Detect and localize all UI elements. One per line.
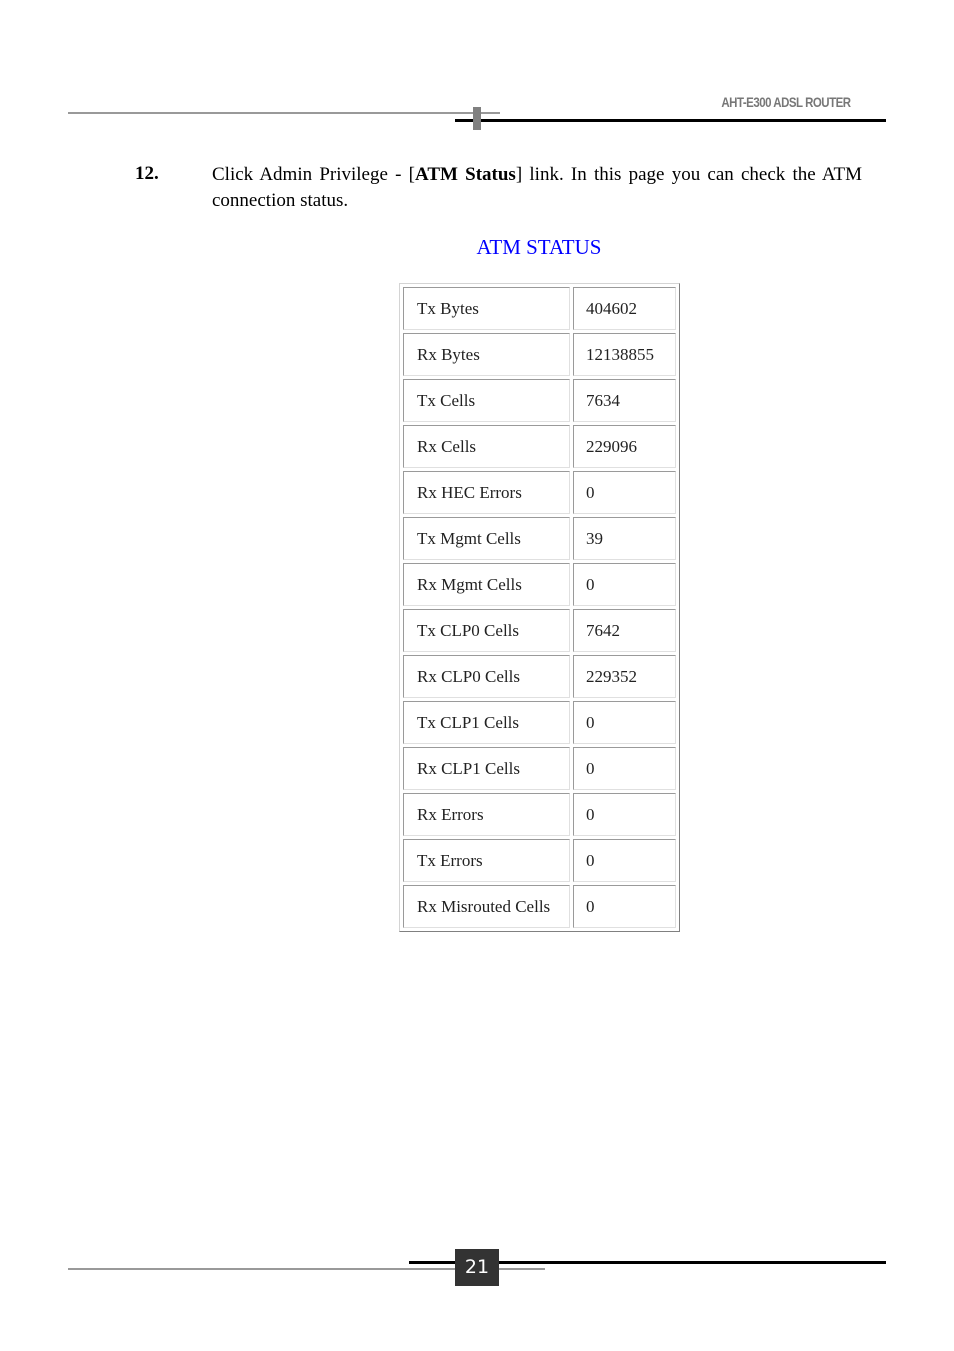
header-product-title: AHT-E300 ADSL ROUTER (721, 94, 852, 110)
atm-status-heading: ATM STATUS (476, 235, 602, 259)
row-value: 0 (573, 839, 676, 882)
row-value: 404602 (573, 287, 676, 330)
table-row: Rx Misrouted Cells 0 (403, 885, 676, 928)
row-value: 0 (573, 885, 676, 928)
page-number: 21 (455, 1249, 499, 1286)
row-value: 229352 (573, 655, 676, 698)
row-label: Rx Misrouted Cells (403, 885, 570, 928)
table-row: Tx Bytes 404602 (403, 287, 676, 330)
row-value: 0 (573, 701, 676, 744)
table-row: Rx CLP0 Cells 229352 (403, 655, 676, 698)
table-row: Rx Errors 0 (403, 793, 676, 836)
row-value: 7634 (573, 379, 676, 422)
step-number: 12. (135, 163, 159, 184)
row-label: Tx Errors (403, 839, 570, 882)
row-value: 12138855 (573, 333, 676, 376)
row-value: 0 (573, 793, 676, 836)
atm-status-table: Tx Bytes 404602 Rx Bytes 12138855 Tx Cells 76… (399, 283, 680, 932)
table-row: Rx CLP1 Cells 0 (403, 747, 676, 790)
table-row: Tx CLP1 Cells 0 (403, 701, 676, 744)
row-value: 39 (573, 517, 676, 560)
header-rule-black (455, 119, 886, 122)
table-row: Tx Errors 0 (403, 839, 676, 882)
row-label: Tx CLP0 Cells (403, 609, 570, 652)
row-label: Tx Bytes (403, 287, 570, 330)
row-value: 0 (573, 747, 676, 790)
table-row: Tx Mgmt Cells 39 (403, 517, 676, 560)
table-row: Rx Cells 229096 (403, 425, 676, 468)
table-row: Tx CLP0 Cells 7642 (403, 609, 676, 652)
table-row: Tx Cells 7634 (403, 379, 676, 422)
step-link-name: ATM Status (415, 164, 516, 185)
row-value: 0 (573, 563, 676, 606)
row-value: 7642 (573, 609, 676, 652)
row-label: Rx Bytes (403, 333, 570, 376)
row-label: Rx HEC Errors (403, 471, 570, 514)
step-text-before: Click Admin Privilege - [ (212, 164, 416, 185)
row-label: Tx Cells (403, 379, 570, 422)
step-instruction: Click Admin Privilege - [ATM Status] lin… (212, 162, 862, 214)
row-label: Rx CLP1 Cells (403, 747, 570, 790)
table-row: Rx Mgmt Cells 0 (403, 563, 676, 606)
table-row: Rx Bytes 12138855 (403, 333, 676, 376)
row-label: Rx Mgmt Cells (403, 563, 570, 606)
row-value: 229096 (573, 425, 676, 468)
header-rule-marker (473, 107, 481, 130)
row-label: Rx Cells (403, 425, 570, 468)
row-label: Rx Errors (403, 793, 570, 836)
header-rule-gray (68, 112, 500, 114)
row-label: Rx CLP0 Cells (403, 655, 570, 698)
table-row: Rx HEC Errors 0 (403, 471, 676, 514)
row-value: 0 (573, 471, 676, 514)
row-label: Tx Mgmt Cells (403, 517, 570, 560)
row-label: Tx CLP1 Cells (403, 701, 570, 744)
